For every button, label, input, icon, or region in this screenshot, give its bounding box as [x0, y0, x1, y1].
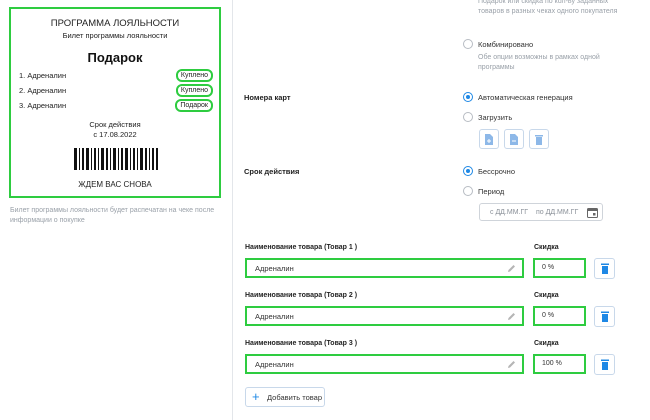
- plus-icon: +: [252, 389, 260, 404]
- pencil-icon: [508, 313, 515, 320]
- auto-generation-label: Автоматическая генерация: [478, 93, 573, 102]
- discount-label: Скидка: [534, 340, 559, 347]
- discount-value: 100 %: [542, 360, 562, 367]
- unlimited-label: Бессрочно: [478, 167, 515, 176]
- print-note: Билет программы лояльности будет распеча…: [10, 207, 215, 224]
- add-product-button[interactable]: + Добавить товар: [245, 387, 325, 407]
- upload-label: Загрузить: [478, 113, 513, 122]
- pencil-icon: [508, 361, 515, 368]
- delete-product-button[interactable]: [594, 258, 615, 279]
- period-date-input[interactable]: с ДД.ММ.ГГ по ДД.ММ.ГГ: [479, 203, 603, 221]
- discount-input[interactable]: 0 %: [533, 258, 586, 278]
- upload-file-icon: [485, 133, 493, 145]
- ticket-title: ПРОГРАММА ЛОЯЛЬНОСТИ: [50, 18, 180, 29]
- date-to-placeholder: по ДД.ММ.ГГ: [536, 209, 579, 216]
- discount-input[interactable]: 0 %: [533, 306, 586, 326]
- discount-value: 0 %: [542, 264, 555, 271]
- ticket-row-status: Куплено: [175, 84, 213, 97]
- settings-panel: Подарок или скидка по кол-ву заданных то…: [233, 0, 650, 420]
- ticket-row-status: Куплено: [175, 69, 213, 82]
- discount-value: 0 %: [542, 312, 555, 319]
- ticket-validity: Срок действия с 17.08.2022: [11, 120, 219, 140]
- card-numbers-label: Номера карт: [244, 93, 291, 102]
- barcode-icon: [74, 148, 158, 170]
- ticket-row: 2. Адреналин Куплено: [19, 84, 213, 97]
- ticket-row: 1. Адреналин Куплено: [19, 69, 213, 82]
- upload-radio[interactable]: [463, 112, 473, 122]
- discount-input[interactable]: 100 %: [533, 354, 586, 374]
- product-name-label: Наименование товара (Товар 2 ): [245, 292, 358, 299]
- product-name-input[interactable]: Адреналин: [245, 306, 524, 326]
- trash-icon: [600, 311, 609, 322]
- add-product-label: Добавить товар: [267, 393, 322, 402]
- delete-product-button[interactable]: [594, 354, 615, 375]
- combined-hint: Обе опции возможны в рамках одной програ…: [478, 54, 600, 71]
- product-name-input[interactable]: Адреналин: [245, 258, 524, 278]
- delete-product-button[interactable]: [594, 306, 615, 327]
- combined-label: Комбинировано: [478, 40, 534, 49]
- gift-or-discount-hint: Подарок или скидка по кол-ву заданных то…: [478, 0, 618, 15]
- validity-label: Срок действия: [244, 167, 300, 176]
- unlimited-radio[interactable]: [463, 166, 473, 176]
- upload-file-button[interactable]: [504, 129, 524, 149]
- ticket-row-name: 3. Адреналин: [19, 101, 67, 110]
- ticket-row-name: 1. Адреналин: [19, 71, 67, 80]
- product-name-value: Адреналин: [255, 264, 294, 273]
- combined-radio[interactable]: [463, 39, 473, 49]
- product-name-input[interactable]: Адреналин: [245, 354, 524, 374]
- calendar-icon[interactable]: [587, 207, 598, 218]
- ticket-valid-from: с 17.08.2022: [93, 130, 137, 139]
- period-radio[interactable]: [463, 186, 473, 196]
- loyalty-ticket: ПРОГРАММА ЛОЯЛЬНОСТИ Билет программы лоя…: [9, 7, 221, 198]
- product-name-label: Наименование товара (Товар 1 ): [245, 244, 358, 251]
- product-name-value: Адреналин: [255, 360, 294, 369]
- discount-label: Скидка: [534, 292, 559, 299]
- date-from-placeholder: с ДД.ММ.ГГ: [490, 209, 529, 216]
- trash-icon: [600, 263, 609, 274]
- discount-label: Скидка: [534, 244, 559, 251]
- pencil-icon: [508, 265, 515, 272]
- upload-file-button[interactable]: [479, 129, 499, 149]
- ticket-row-name: 2. Адреналин: [19, 86, 67, 95]
- ticket-row-status: Подарок: [175, 99, 213, 112]
- trash-icon: [600, 359, 609, 370]
- auto-generation-radio[interactable]: [463, 92, 473, 102]
- delete-file-button[interactable]: [529, 129, 549, 149]
- period-label: Период: [478, 187, 505, 196]
- ticket-footer: ЖДЕМ ВАС СНОВА: [78, 180, 152, 189]
- upload-file-icon: [510, 133, 518, 145]
- ticket-preview-panel: ПРОГРАММА ЛОЯЛЬНОСТИ Билет программы лоя…: [0, 0, 232, 420]
- trash-icon: [535, 134, 543, 145]
- ticket-heading: Подарок: [87, 50, 143, 65]
- ticket-subtitle: Билет программы лояльности: [62, 31, 168, 40]
- product-name-value: Адреналин: [255, 312, 294, 321]
- ticket-row: 3. Адреналин Подарок: [19, 99, 213, 112]
- product-name-label: Наименование товара (Товар 3 ): [245, 340, 358, 347]
- ticket-valid-label: Срок действия: [89, 120, 141, 129]
